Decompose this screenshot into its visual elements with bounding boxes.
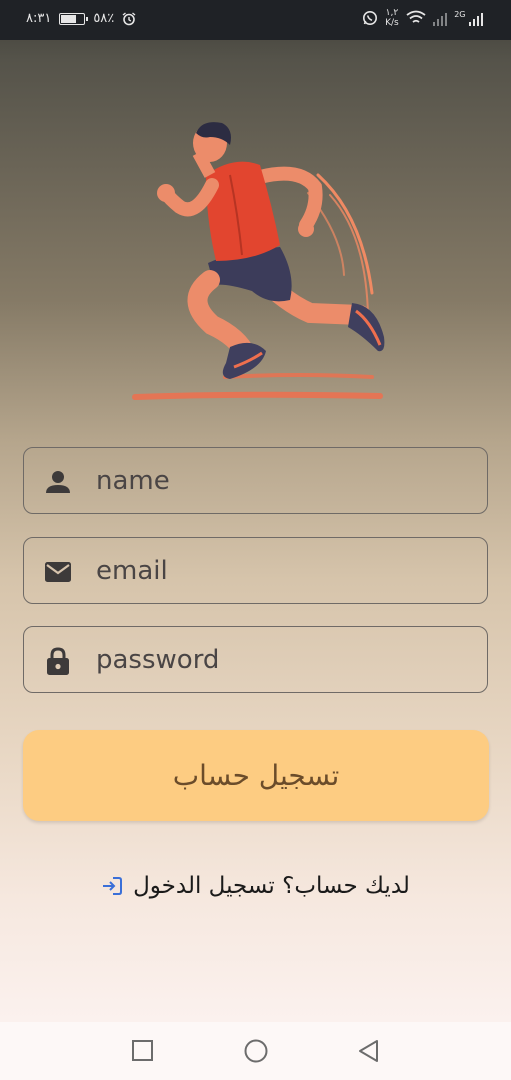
password-field[interactable] bbox=[23, 626, 488, 693]
name-field[interactable] bbox=[23, 447, 488, 514]
login-icon bbox=[103, 877, 123, 895]
email-input[interactable] bbox=[96, 538, 476, 603]
runner-illustration bbox=[132, 122, 385, 400]
navigation-bar bbox=[0, 1022, 511, 1080]
home-button[interactable] bbox=[243, 1038, 269, 1064]
speed-value: ١,٢ bbox=[385, 8, 399, 18]
mail-icon bbox=[45, 562, 71, 582]
signup-button[interactable]: تسجيل حساب bbox=[23, 730, 489, 821]
clock: ٨:٣١ bbox=[26, 11, 52, 26]
lock-icon bbox=[47, 647, 69, 675]
signal-icon-sim1 bbox=[432, 10, 448, 26]
name-input[interactable] bbox=[96, 448, 476, 513]
battery-percent: ٥٨٪ bbox=[93, 11, 115, 26]
network-type: 2G bbox=[454, 9, 466, 19]
status-bar: ٨:٣١ ٥٨٪ ١,٢ K/s 2G bbox=[0, 0, 511, 40]
back-button[interactable] bbox=[356, 1038, 382, 1064]
password-input[interactable] bbox=[96, 627, 476, 692]
speed-unit: K/s bbox=[385, 18, 399, 28]
battery-icon bbox=[59, 12, 89, 25]
login-link-text[interactable]: لديك حساب؟ تسجيل الدخول bbox=[133, 873, 410, 899]
whatsapp-icon bbox=[363, 11, 378, 25]
status-right: ١,٢ K/s 2G bbox=[362, 8, 483, 28]
signal-icon-sim2 bbox=[468, 10, 483, 26]
alarm-icon bbox=[122, 11, 136, 25]
person-icon bbox=[46, 471, 70, 493]
login-link[interactable]: لديك حساب؟ تسجيل الدخول bbox=[0, 866, 511, 906]
wifi-icon bbox=[406, 10, 426, 23]
email-field[interactable] bbox=[23, 537, 488, 604]
network-speed: ١,٢ K/s bbox=[385, 8, 399, 28]
recents-button[interactable] bbox=[130, 1038, 156, 1064]
status-left: ٨:٣١ ٥٨٪ bbox=[26, 11, 136, 26]
